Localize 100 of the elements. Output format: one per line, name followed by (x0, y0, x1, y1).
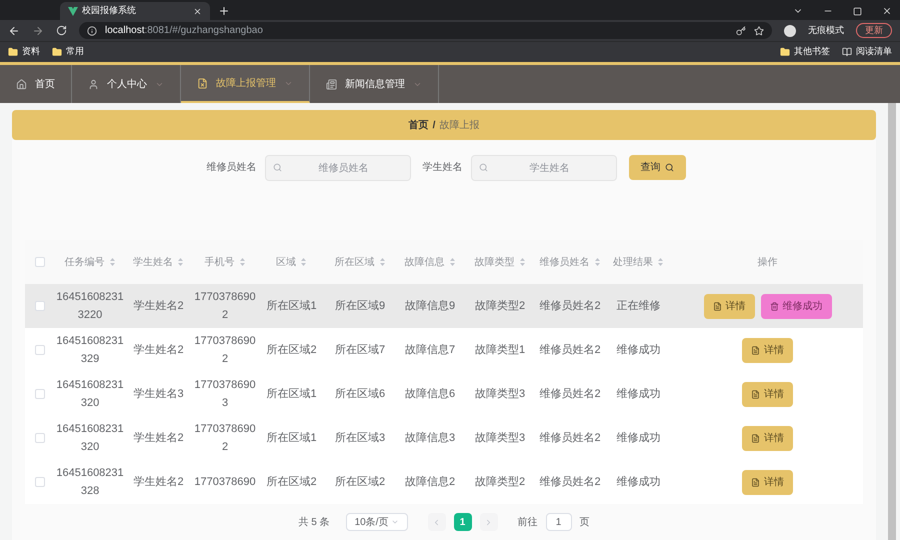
table-cell-text: 1770378690 (194, 475, 256, 490)
document-icon (751, 434, 760, 442)
page-input[interactable]: 1 (546, 513, 572, 531)
column-header: 故障类型 (474, 256, 514, 270)
table-cell-text: 学生姓名3 (133, 387, 184, 402)
star-icon[interactable] (754, 26, 764, 36)
table-cell-text: 16451608231 329 (56, 334, 124, 367)
user-icon (88, 78, 99, 90)
table-cell-text: 故障类型1 (474, 342, 526, 358)
sort-icon[interactable] (448, 257, 456, 267)
next-page-button[interactable] (480, 513, 498, 531)
nav-item[interactable]: 新闻信息管理 (310, 65, 439, 103)
table-cell-text: 1770378690 2 (194, 422, 256, 455)
maximize-icon[interactable] (853, 7, 862, 16)
table-cell-text: 维修员姓名2 (539, 342, 601, 358)
table-cell-text: 16451608231 320 (56, 422, 124, 455)
row-checkbox[interactable] (35, 433, 45, 443)
detail-button[interactable]: 详情 (742, 470, 793, 494)
table-cell-text: 故障信息9 (404, 298, 456, 314)
scrollbar[interactable] (888, 103, 896, 540)
nav-item[interactable]: 故障上报管理 (181, 65, 310, 103)
column-header: 维修员姓名 (540, 256, 590, 270)
select-all-checkbox[interactable] (35, 257, 45, 267)
table-cell-text: 正在维修 (616, 298, 660, 314)
detail-button[interactable]: 详情 (742, 426, 793, 450)
table-cell-text: 所在区域1 (266, 431, 317, 446)
new-tab-icon[interactable] (218, 5, 230, 17)
breadcrumb-link[interactable]: 首页 (408, 118, 429, 132)
breadcrumb-separator: / (432, 118, 436, 132)
sort-icon[interactable] (378, 257, 386, 267)
table-cell-text: 维修成功 (616, 474, 660, 490)
table-cell-text: 所在区域1 (266, 387, 317, 402)
incognito-label: 无痕模式 (808, 24, 844, 37)
nav-label: 新闻信息管理 (345, 78, 405, 92)
forward-icon[interactable] (32, 24, 44, 36)
detail-button[interactable]: 详情 (742, 338, 793, 362)
sort-icon[interactable] (108, 257, 116, 267)
folder-icon[interactable] (780, 47, 790, 57)
sort-icon[interactable] (518, 257, 526, 267)
column-header: 手机号 (204, 256, 234, 270)
address-bar[interactable]: localhost:8081/#/guzhangshangbao (79, 22, 772, 39)
table-cell-text: 学生姓名2 (133, 431, 184, 446)
document-icon (197, 78, 208, 88)
field-label: 维修员姓名 (206, 160, 256, 175)
table-cell-text: 故障类型2 (474, 474, 526, 490)
bookmark[interactable]: 阅读清单 (856, 45, 892, 59)
sort-icon[interactable] (300, 257, 307, 267)
sort-icon[interactable] (657, 257, 664, 267)
sort-icon[interactable] (594, 257, 600, 267)
table-cell-text: 所在区域9 (334, 299, 386, 314)
row-checkbox[interactable] (35, 389, 45, 399)
folder-icon[interactable] (8, 47, 18, 57)
browser-tab[interactable]: 校园报修系统 (60, 2, 210, 20)
detail-button[interactable]: 详情 (742, 382, 793, 406)
table-cell-text: 16451608231 320 (56, 378, 124, 411)
page-size-select[interactable]: 10条/页 (346, 513, 408, 531)
column-header: 所在区域 (334, 256, 374, 270)
row-checkbox[interactable] (35, 477, 45, 487)
nav-item[interactable]: 首页 (0, 65, 72, 103)
repair-done-button[interactable]: 维修成功 (760, 294, 832, 318)
table-cell-text: 故障信息2 (404, 474, 456, 490)
column-header: 任务编号 (64, 256, 104, 270)
search-field[interactable]: 维修员姓名 (264, 155, 410, 181)
table-cell-text: 1770378690 2 (194, 290, 256, 323)
bookmark[interactable]: 其他书签 (794, 45, 830, 59)
table-cell-text: 1770378690 3 (194, 378, 256, 411)
detail-button[interactable]: 详情 (704, 294, 754, 318)
folder-icon[interactable] (52, 47, 62, 57)
reload-icon[interactable] (56, 25, 67, 36)
table-cell-text: 维修员姓名2 (539, 430, 601, 446)
sort-icon[interactable] (238, 257, 246, 267)
close-icon[interactable] (193, 6, 202, 16)
info-icon (87, 26, 97, 36)
table-cell-text: 学生姓名2 (133, 343, 184, 358)
table-cell-text: 所在区域2 (334, 475, 386, 490)
table-cell-text: 所在区域1 (266, 299, 317, 314)
trash-icon (770, 302, 778, 310)
bookmark[interactable]: 资料 (22, 45, 40, 59)
update-button[interactable]: 更新 (856, 23, 892, 38)
search-field[interactable]: 学生姓名 (470, 155, 616, 181)
table-cell-text: 维修员姓名2 (539, 386, 601, 402)
bookmark[interactable]: 常用 (66, 45, 84, 59)
book-icon[interactable] (842, 47, 852, 57)
prev-page-button[interactable] (428, 513, 446, 531)
column-header: 操作 (758, 256, 778, 270)
sort-icon[interactable] (177, 257, 184, 267)
search-button[interactable]: 查询 (628, 155, 686, 180)
search-icon (664, 163, 674, 172)
caret-icon (390, 518, 399, 526)
back-icon[interactable] (8, 24, 20, 36)
table-cell-text: 故障类型2 (474, 298, 526, 314)
table-cell-text: 故障信息3 (404, 430, 456, 446)
row-checkbox[interactable] (35, 345, 45, 355)
row-checkbox[interactable] (35, 301, 45, 311)
table-cell-text: 维修员姓名2 (539, 474, 601, 490)
breadcrumb-current: 故障上报 (439, 118, 480, 132)
key-icon[interactable] (736, 26, 746, 36)
search-icon (272, 162, 282, 172)
table-cell-text: 16451608231 328 (56, 466, 124, 499)
close-window-icon[interactable] (882, 6, 892, 16)
